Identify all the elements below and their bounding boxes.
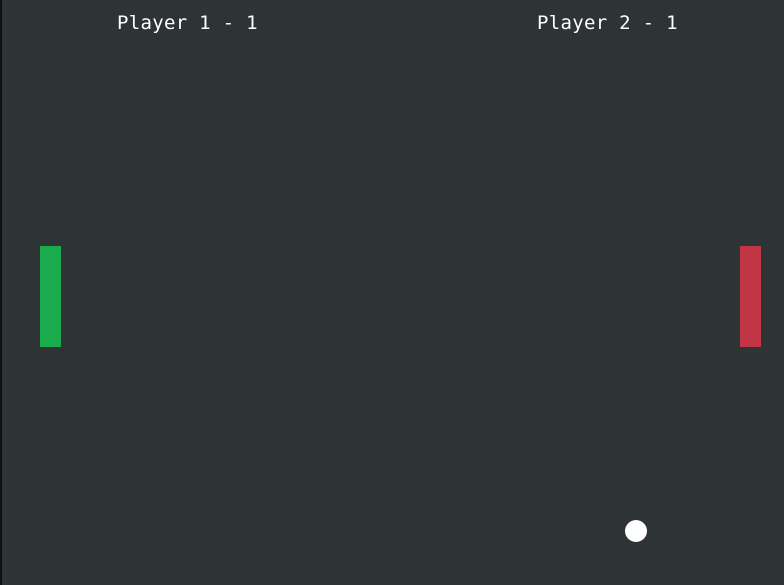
player-1-score: Player 1 - 1 bbox=[117, 12, 258, 34]
right-paddle bbox=[740, 246, 761, 347]
game-canvas[interactable]: Player 1 - 1 Player 2 - 1 bbox=[0, 0, 784, 585]
player-2-score: Player 2 - 1 bbox=[537, 12, 678, 34]
ball bbox=[625, 520, 647, 542]
left-paddle bbox=[40, 246, 61, 347]
